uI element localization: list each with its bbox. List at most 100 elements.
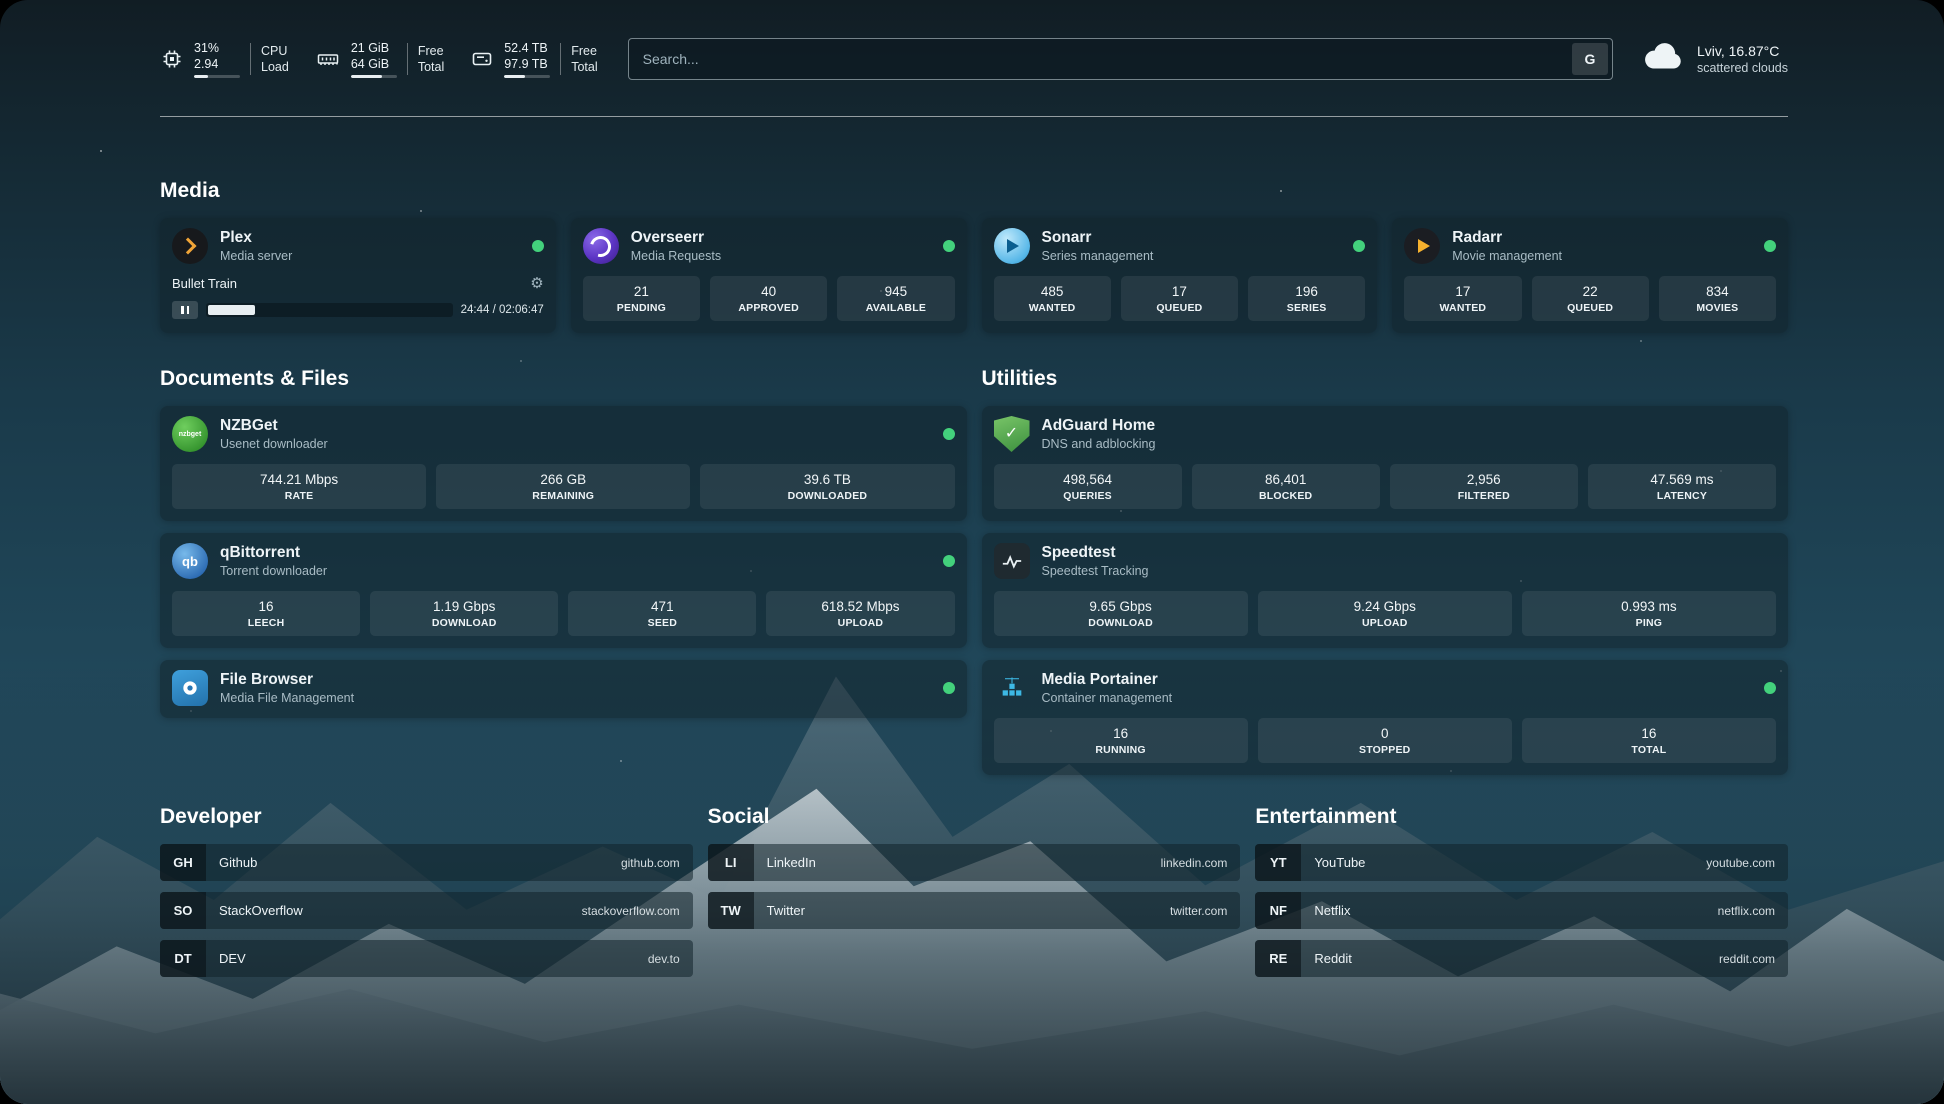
service-subtitle: Media File Management: [220, 691, 931, 705]
service-name: AdGuard Home: [1042, 417, 1777, 435]
bookmark-dev[interactable]: DT DEV dev.to: [160, 940, 693, 977]
bookmark-url: dev.to: [648, 952, 680, 966]
service-card-adguard[interactable]: ✓ AdGuard Home DNS and adblocking 498,56…: [982, 406, 1789, 521]
service-subtitle: Media server: [220, 249, 520, 263]
cpu-values: 31% 2.94: [194, 40, 240, 79]
stat: 0STOPPED: [1258, 718, 1512, 763]
bookmark-name: Twitter: [767, 903, 805, 918]
plex-icon: [172, 228, 208, 264]
service-subtitle: Movie management: [1452, 249, 1752, 263]
service-name: Plex: [220, 229, 520, 247]
bookmark-netflix[interactable]: NF Netflix netflix.com: [1255, 892, 1788, 929]
portainer-stats: 16RUNNING 0STOPPED 16TOTAL: [994, 718, 1777, 763]
stat: 17QUEUED: [1121, 276, 1238, 321]
search-input[interactable]: [629, 51, 1572, 67]
stat: 471SEED: [568, 591, 756, 636]
adguard-shield-icon: ✓: [994, 416, 1030, 452]
topbar-divider: [160, 116, 1788, 117]
service-name: Radarr: [1452, 229, 1752, 247]
service-name: Media Portainer: [1042, 671, 1753, 689]
search-provider-button[interactable]: G: [1572, 43, 1608, 75]
bookmark-youtube[interactable]: YT YouTube youtube.com: [1255, 844, 1788, 881]
service-card-plex[interactable]: Plex Media server Bullet Train ⚙ 24:44 /…: [160, 218, 556, 333]
bookmark-linkedin[interactable]: LI LinkedIn linkedin.com: [708, 844, 1241, 881]
bookmark-abbr: NF: [1255, 892, 1301, 929]
bookmark-name: StackOverflow: [219, 903, 303, 918]
disk-icon: [470, 47, 494, 71]
memory-labels: Free Total: [407, 43, 444, 76]
bookmark-name: Github: [219, 855, 257, 870]
bookmark-stackoverflow[interactable]: SO StackOverflow stackoverflow.com: [160, 892, 693, 929]
stat: 16RUNNING: [994, 718, 1248, 763]
bookmark-abbr: RE: [1255, 940, 1301, 977]
search-bar: G: [628, 38, 1613, 80]
overseerr-stats: 21PENDING 40APPROVED 945AVAILABLE: [583, 276, 955, 321]
bookmark-reddit[interactable]: RE Reddit reddit.com: [1255, 940, 1788, 977]
service-name: Speedtest: [1042, 544, 1777, 562]
bookmark-sections: Developer GH Github github.com SO StackO…: [160, 805, 1788, 988]
cpu-progress: [194, 75, 240, 78]
service-name: Sonarr: [1042, 229, 1342, 247]
nzbget-stats: 744.21 MbpsRATE 266 GBREMAINING 39.6 TBD…: [172, 464, 955, 509]
stat: 21PENDING: [583, 276, 700, 321]
status-dot: [1764, 240, 1776, 252]
overseerr-icon: [583, 228, 619, 264]
weather-condition: scattered clouds: [1697, 61, 1788, 75]
bookmark-url: youtube.com: [1706, 856, 1775, 870]
stat: 498,564QUERIES: [994, 464, 1182, 509]
service-subtitle: DNS and adblocking: [1042, 437, 1777, 451]
bookmark-abbr: TW: [708, 892, 754, 929]
gear-icon[interactable]: ⚙: [530, 274, 543, 292]
service-card-radarr[interactable]: Radarr Movie management 17WANTED 22QUEUE…: [1392, 218, 1788, 333]
stat: 9.24 GbpsUPLOAD: [1258, 591, 1512, 636]
status-dot: [943, 240, 955, 252]
plex-chevron-icon: [180, 238, 197, 255]
speedtest-icon: [994, 543, 1030, 579]
service-card-qbittorrent[interactable]: qb qBittorrent Torrent downloader 16LEEC…: [160, 533, 967, 648]
portainer-icon: [994, 670, 1030, 706]
service-card-speedtest[interactable]: Speedtest Speedtest Tracking 9.65 GbpsDO…: [982, 533, 1789, 648]
bookmark-name: DEV: [219, 951, 246, 966]
service-card-nzbget[interactable]: nzbget NZBGet Usenet downloader 744.21 M…: [160, 406, 967, 521]
qbittorrent-icon: qb: [172, 543, 208, 579]
bookmark-group-entertainment: Entertainment YT YouTube youtube.com NF …: [1255, 805, 1788, 988]
bookmark-name: LinkedIn: [767, 855, 816, 870]
service-name: Overseerr: [631, 229, 931, 247]
stat: 16TOTAL: [1522, 718, 1776, 763]
bookmark-abbr: GH: [160, 844, 206, 881]
stat: 485WANTED: [994, 276, 1111, 321]
service-card-sonarr[interactable]: Sonarr Series management 485WANTED 17QUE…: [982, 218, 1378, 333]
service-card-overseerr[interactable]: Overseerr Media Requests 21PENDING 40APP…: [571, 218, 967, 333]
now-playing-row: Bullet Train ⚙: [172, 274, 544, 292]
disk-labels: Free Total: [560, 43, 597, 76]
bookmark-name: Netflix: [1314, 903, 1350, 918]
service-card-portainer[interactable]: Media Portainer Container management 16R…: [982, 660, 1789, 775]
stat: 618.52 MbpsUPLOAD: [766, 591, 954, 636]
section-documents: Documents & Files nzbget NZBGet Usenet d…: [160, 367, 967, 718]
resource-meters: 31% 2.94 CPU Load: [160, 40, 598, 79]
status-dot: [943, 428, 955, 440]
memory-progress: [351, 75, 397, 78]
section-title-social: Social: [708, 805, 1241, 829]
stat: 196SERIES: [1248, 276, 1365, 321]
stat: 47.569 msLATENCY: [1588, 464, 1776, 509]
cloud-icon: [1643, 42, 1685, 77]
service-card-filebrowser[interactable]: File Browser Media File Management: [160, 660, 967, 718]
bookmark-group-developer: Developer GH Github github.com SO StackO…: [160, 805, 693, 988]
radarr-stats: 17WANTED 22QUEUED 834MOVIES: [1404, 276, 1776, 321]
bookmark-abbr: LI: [708, 844, 754, 881]
stat: 9.65 GbpsDOWNLOAD: [994, 591, 1248, 636]
bookmark-twitter[interactable]: TW Twitter twitter.com: [708, 892, 1241, 929]
bookmark-github[interactable]: GH Github github.com: [160, 844, 693, 881]
bookmark-name: YouTube: [1314, 855, 1365, 870]
pause-button[interactable]: [172, 301, 198, 319]
stat: 16LEECH: [172, 591, 360, 636]
cpu-icon: [160, 47, 184, 71]
cpu-meter: 31% 2.94 CPU Load: [160, 40, 289, 79]
bookmark-name: Reddit: [1314, 951, 1352, 966]
service-subtitle: Usenet downloader: [220, 437, 931, 451]
stat: 945AVAILABLE: [837, 276, 954, 321]
disk-meter: 52.4 TB 97.9 TB Free Total: [470, 40, 597, 79]
status-dot: [1353, 240, 1365, 252]
status-dot: [532, 240, 544, 252]
